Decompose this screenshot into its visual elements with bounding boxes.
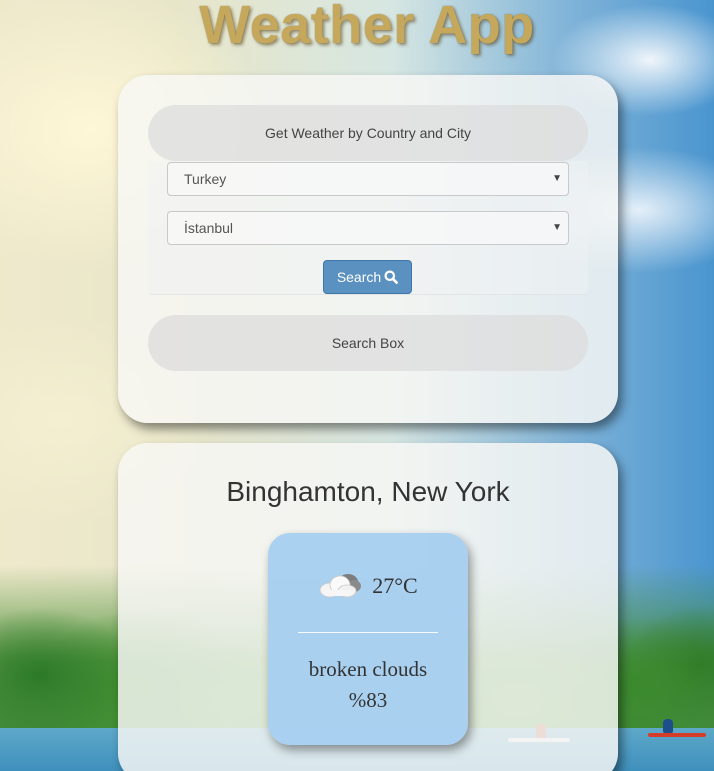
country-select[interactable]: Turkey ▼ bbox=[167, 162, 569, 196]
country-select-value: Turkey bbox=[184, 171, 227, 187]
search-header: Get Weather by Country and City bbox=[148, 105, 588, 161]
search-box-label: Search Box bbox=[331, 335, 405, 351]
search-header-label: Get Weather by Country and City bbox=[265, 125, 471, 141]
app-title: Weather App bbox=[199, 0, 535, 55]
weather-tile: 27°C broken clouds %83 bbox=[268, 533, 468, 745]
kayak bbox=[648, 733, 706, 737]
temperature-value: 27°C bbox=[372, 573, 418, 598]
search-icon bbox=[384, 270, 399, 284]
search-button-label: Search bbox=[336, 269, 382, 285]
temperature-row: 27°C bbox=[268, 569, 468, 603]
city-select-value: İstanbul bbox=[184, 220, 234, 236]
search-button[interactable]: Search bbox=[323, 260, 412, 294]
dropdown-arrow-icon: ▼ bbox=[552, 222, 562, 233]
result-card: Binghamton, New York 27°C broken clouds … bbox=[118, 443, 618, 771]
divider bbox=[298, 632, 438, 633]
city-select[interactable]: İstanbul ▼ bbox=[167, 211, 569, 245]
weather-description: broken clouds bbox=[308, 657, 428, 681]
search-card: Get Weather by Country and City Turkey ▼… bbox=[118, 75, 618, 423]
location-title: Binghamton, New York bbox=[226, 476, 510, 507]
search-box[interactable]: Search Box bbox=[148, 315, 588, 371]
dropdown-arrow-icon: ▼ bbox=[552, 173, 562, 184]
humidity-value: %83 bbox=[348, 688, 388, 712]
kayaker-figure bbox=[663, 719, 673, 733]
cloud-icon bbox=[318, 569, 364, 603]
